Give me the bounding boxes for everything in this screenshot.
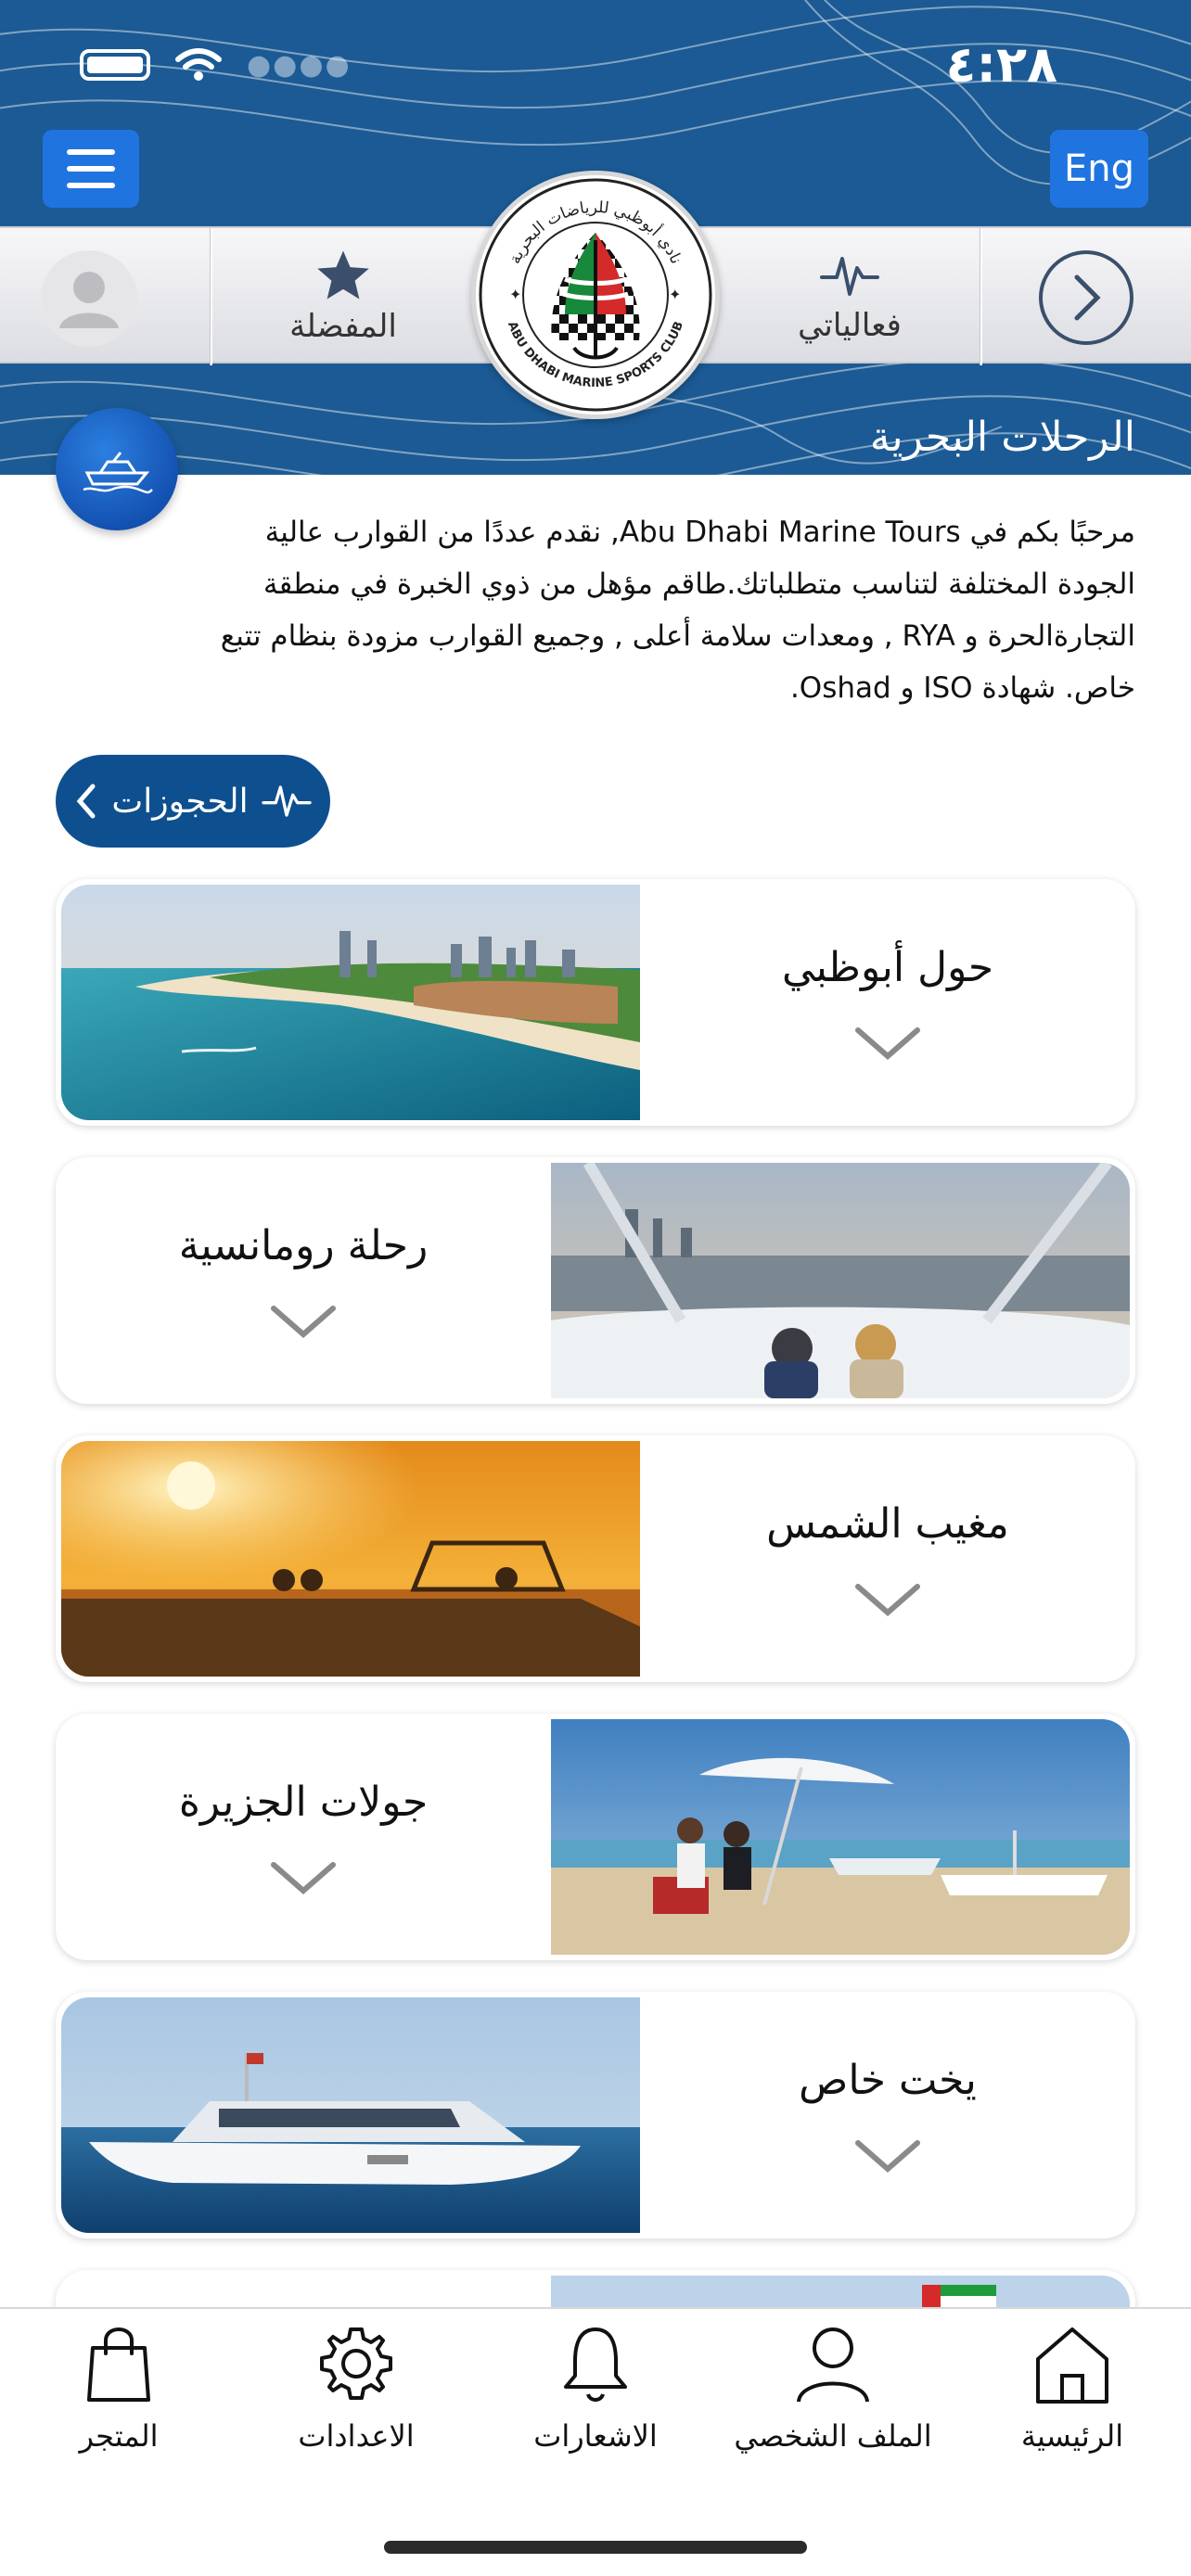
next-button[interactable] [1039, 250, 1133, 345]
language-button[interactable]: Eng [1050, 130, 1148, 208]
tour-card[interactable]: مغيب الشمس [56, 1435, 1135, 1682]
section-title: الرحلات البحرية [869, 414, 1135, 461]
avatar[interactable] [41, 250, 137, 347]
tour-photo-romantic [551, 1163, 1130, 1398]
svg-text:✦: ✦ [669, 286, 681, 303]
gear-icon [320, 2327, 392, 2400]
tour-title: يخت خاص [799, 2056, 977, 2104]
user-icon [59, 272, 119, 328]
tour-title: رحلة رومانسية [178, 1221, 429, 1269]
home-indicator [384, 2541, 807, 2554]
tour-card[interactable]: حول أبوظبي [56, 879, 1135, 1126]
activities-label: فعالياتي [798, 307, 902, 344]
bookings-button[interactable]: الحجوزات [56, 755, 330, 848]
nav-notifications[interactable]: الاشعارات [477, 2322, 714, 2454]
tour-photo-yacht [61, 1997, 640, 2233]
nav-settings[interactable]: الاعدادات [237, 2322, 475, 2454]
signal-icon: ●●●● [247, 48, 352, 82]
favorites-label: المفضلة [289, 308, 397, 345]
tour-title: حول أبوظبي [781, 943, 994, 991]
nav-settings-label: الاعدادات [298, 2418, 415, 2454]
shopping-bag-icon [87, 2327, 150, 2402]
chevron-down-icon[interactable] [268, 1303, 339, 1340]
nav-profile-label: الملف الشخصي [734, 2418, 932, 2454]
chevron-down-icon[interactable] [852, 1581, 923, 1618]
nav-home-label: الرئيسية [1020, 2418, 1124, 2454]
tour-title: مغيب الشمس [766, 1499, 1009, 1548]
status-time: ٤:٢٨ [945, 35, 1057, 94]
user-icon [797, 2327, 869, 2403]
boat-badge [56, 408, 178, 530]
nav-profile[interactable]: الملف الشخصي [714, 2322, 952, 2454]
bell-icon [564, 2327, 627, 2402]
activity-pulse-icon [820, 257, 879, 296]
tour-card[interactable]: رحلة رومانسية [56, 1157, 1135, 1404]
wifi-icon [175, 48, 222, 81]
bookings-label: الحجوزات [111, 782, 249, 821]
nav-home[interactable]: الرئيسية [954, 2322, 1191, 2454]
star-icon [317, 250, 369, 300]
activity-pulse-icon [261, 785, 312, 817]
club-logo: نادي أبوظبي للرياضات البحرية ABU DHABI M… [471, 171, 720, 419]
tour-photo-island [551, 1719, 1130, 1955]
boat-icon [83, 452, 153, 494]
nav-store[interactable]: المتجر [0, 2322, 237, 2454]
chevron-left-icon [77, 784, 96, 819]
svg-text:✦: ✦ [509, 286, 521, 303]
tour-title: جولات الجزيرة [178, 1778, 429, 1826]
intro-text: مرحبًا بكم في Abu Dhabi Marine Tours, نق… [220, 516, 1135, 705]
favorites-tab[interactable]: المفضلة [213, 228, 473, 365]
nav-store-label: المتجر [79, 2418, 159, 2454]
chevron-down-icon[interactable] [852, 2137, 923, 2174]
tour-photo-abu-dhabi [61, 885, 640, 1120]
nav-notifications-label: الاشعارات [533, 2418, 658, 2454]
tour-card[interactable]: جولات الجزيرة [56, 1714, 1135, 1960]
activities-tab[interactable]: فعالياتي [720, 228, 980, 365]
status-bar: ●●●● ٤:٢٨ [0, 0, 1191, 130]
battery-icon [80, 49, 150, 81]
bottom-tab-bar: المتجر الاعدادات الاشعارات الملف الشخصي … [0, 2307, 1191, 2576]
chevron-right-icon [1074, 274, 1101, 321]
chevron-down-icon[interactable] [852, 1025, 923, 1062]
status-icons: ●●●● [80, 46, 352, 83]
home-icon [1036, 2327, 1108, 2404]
menu-button[interactable] [43, 130, 139, 208]
tour-card[interactable]: يخت خاص [56, 1992, 1135, 2238]
chevron-down-icon[interactable] [268, 1859, 339, 1896]
tour-photo-sunset [61, 1441, 640, 1677]
